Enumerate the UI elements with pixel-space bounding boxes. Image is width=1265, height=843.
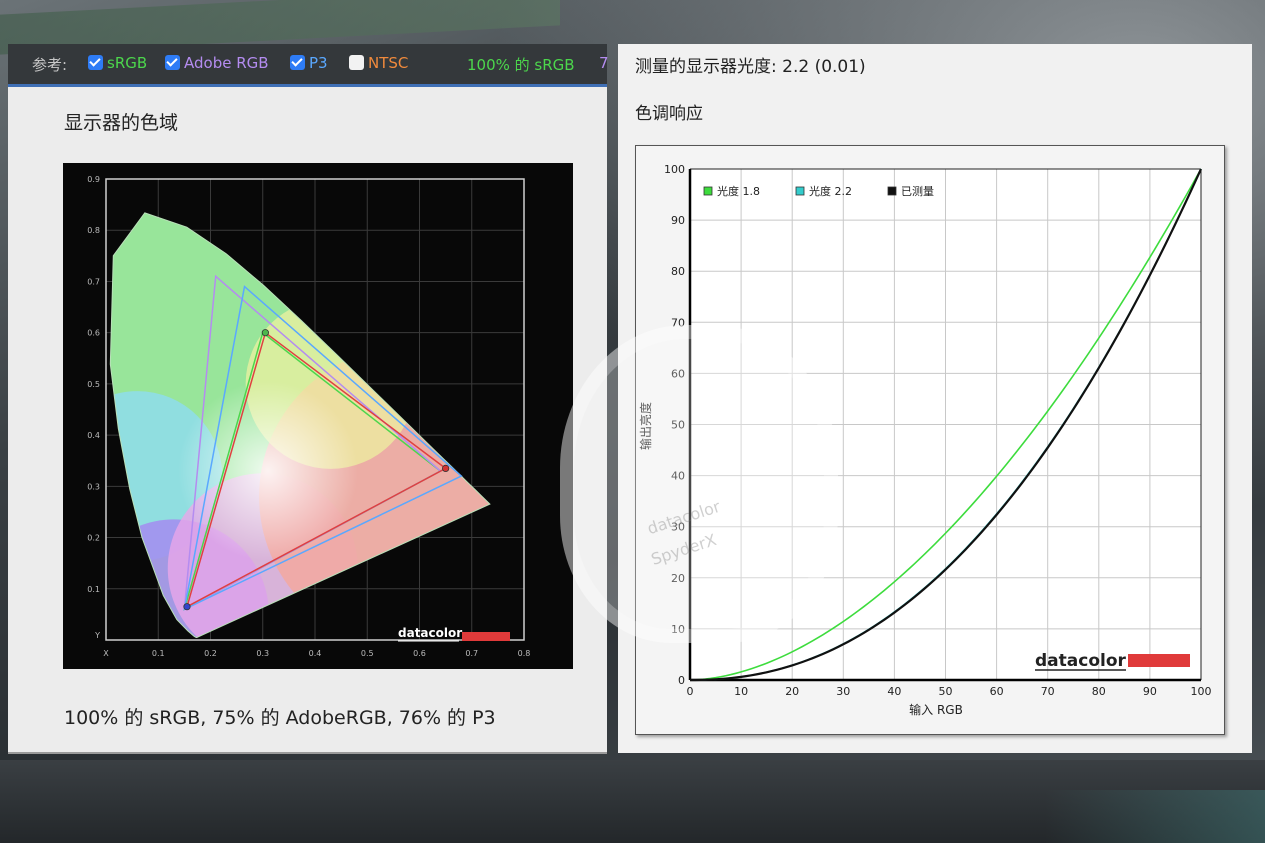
tone-y-tick: 0 [678,674,685,687]
gamut-y-tick: 0.5 [87,380,100,389]
reference-p3[interactable]: P3 [290,54,328,72]
reference-bar: 参考: sRGB Adobe RGB P3 NTSC 100% 的 sRGB 7 [8,44,609,87]
gamut-primary-marker [261,329,269,337]
tone-x-tick: 40 [887,685,901,698]
tone-legend-swatch [703,186,713,196]
tone-x-axis-label: 输入 RGB [909,702,963,717]
gamut-x-tick: 0.7 [465,649,478,658]
tone-legend-swatch [795,186,805,196]
gamut-title: 显示器的色域 [64,112,179,134]
tone-x-tick: 30 [836,685,850,698]
gamut-y-tick: 0.7 [87,277,100,286]
gamut-x-tick: 0.3 [256,649,269,658]
tone-x-tick: 60 [990,685,1004,698]
background-accent [1045,790,1265,843]
reference-label: 参考: [32,56,68,74]
tone-y-tick: 50 [671,419,685,432]
tone-brand-bar [1128,654,1190,667]
tone-y-tick: 60 [671,367,685,380]
ntsc-checkbox[interactable] [349,55,364,70]
gamut-panel: 参考: sRGB Adobe RGB P3 NTSC 100% 的 sRGB 7… [8,44,609,754]
p3-checkbox[interactable] [290,55,305,70]
gamut-primary-marker [183,603,191,611]
tone-y-tick: 80 [671,265,685,278]
tone-legend-label: 已测量 [901,185,934,198]
reference-ntsc[interactable]: NTSC [349,54,408,72]
tone-legend-label: 光度 2.2 [809,184,852,198]
gamut-y-tick: 0.2 [87,534,100,543]
gamut-svg: 0.1 0.2 0.3 0.4 0.5 0.6 0.7 0.8 0.1 0.2 0.3 0.4 0.5 0… [87,175,531,658]
gamut-primary-marker [442,464,450,473]
tone-y-tick: 10 [671,623,685,636]
tone-response-title: 色调响应 [635,104,703,124]
adobe-rgb-label: Adobe RGB [184,54,269,72]
tone-x-tick: 70 [1041,685,1055,698]
tone-y-tick: 20 [671,572,685,585]
tone-legend-swatch [887,186,897,196]
tone-y-tick: 30 [671,521,685,534]
gamut-x-tick: 0.5 [361,649,374,658]
gamut-y-tick: 0.9 [87,175,100,184]
gamut-y-tick: 0.6 [87,329,100,338]
gamut-y-tick: 0.1 [87,585,100,594]
tone-x-tick: 90 [1143,685,1157,698]
coverage-readout-cut: 7 [599,54,609,72]
gamut-caption: 100% 的 sRGB, 75% 的 AdobeRGB, 76% 的 P3 [64,707,496,729]
tone-chart: 光度 1.8 光度 2.2 已测量 0 10 20 30 40 50 60 70 80 90 100 0 1… [635,145,1225,735]
gamut-x-tick: 0.1 [152,649,165,658]
tone-y-tick: 90 [671,214,685,227]
gamut-x-tick: 0.6 [413,649,426,658]
tone-x-tick: 100 [1191,685,1212,698]
gamut-x-axis-label: X [103,649,109,658]
ntsc-label: NTSC [368,54,409,72]
gamut-x-tick: 0.4 [309,649,322,658]
tone-x-tick: 20 [785,685,799,698]
gamut-brand: datacolor [398,626,462,640]
p3-label: P3 [309,54,328,72]
gamut-y-tick: 0.3 [87,482,100,491]
gamut-chart: 0.1 0.2 0.3 0.4 0.5 0.6 0.7 0.8 0.1 0.2 0.3 0.4 0.5 0… [63,163,573,669]
tone-x-tick: 10 [734,685,748,698]
srgb-checkbox[interactable] [88,55,103,70]
tone-y-axis-label: 输出亮度 [638,402,653,450]
tone-panel: 测量的显示器光度: 2.2 (0.01) 色调响应 光度 1.8 光度 2.2 已测… [618,44,1252,753]
tone-y-tick: 100 [664,163,685,176]
tone-x-tick: 80 [1092,685,1106,698]
tone-x-tick: 50 [939,685,953,698]
reference-adobe-rgb[interactable]: Adobe RGB [165,54,269,72]
gamut-color-fill [110,212,490,638]
tone-svg: 光度 1.8 光度 2.2 已测量 0 10 20 30 40 50 60 70 80 90 100 0 1… [638,163,1212,717]
tone-legend-label: 光度 1.8 [717,184,760,198]
gamut-x-tick: 0.2 [204,649,217,658]
tone-grid [688,168,1202,682]
tone-y-tick: 40 [671,470,685,483]
gamut-y-axis-label: Y [94,631,100,640]
reference-srgb[interactable]: sRGB [88,54,147,72]
adobe-rgb-checkbox[interactable] [165,55,180,70]
coverage-readout: 100% 的 sRGB [467,56,575,74]
gamut-y-tick: 0.8 [87,226,100,235]
gamut-brand-bar [462,632,510,641]
measured-gamma: 测量的显示器光度: 2.2 (0.01) [635,57,866,77]
tone-brand: datacolor [1035,651,1127,671]
tone-x-tick: 0 [687,685,694,698]
gamut-x-tick: 0.8 [518,649,531,658]
tone-y-tick: 70 [671,316,685,329]
gamut-y-tick: 0.4 [87,431,100,440]
srgb-label: sRGB [107,54,148,72]
